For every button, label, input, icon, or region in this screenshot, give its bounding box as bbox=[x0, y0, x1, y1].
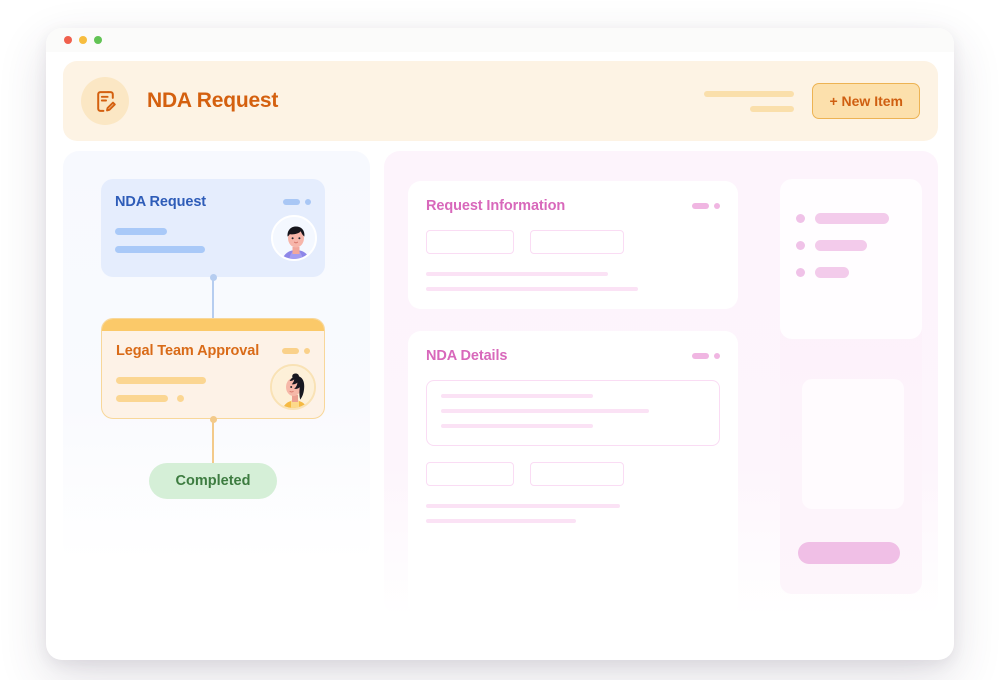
document-edit-icon bbox=[81, 77, 129, 125]
skeleton-line bbox=[116, 377, 206, 384]
form-card-title: Request Information bbox=[426, 198, 566, 214]
input-row bbox=[408, 214, 738, 254]
placeholder-lines bbox=[408, 486, 738, 523]
sidebar-item-label bbox=[815, 213, 889, 224]
card-body bbox=[101, 210, 325, 261]
bullet-icon bbox=[796, 268, 805, 277]
card-header: NDA Request bbox=[101, 179, 325, 210]
placeholder-line bbox=[426, 287, 638, 291]
indicator-pill bbox=[692, 353, 709, 359]
request-field-2[interactable] bbox=[530, 230, 624, 254]
placeholder-lines bbox=[408, 254, 738, 291]
card-title: NDA Request bbox=[115, 194, 207, 210]
indicator-pill bbox=[692, 203, 709, 209]
card-skeleton-lines bbox=[116, 373, 206, 402]
header-skeleton-bar bbox=[704, 90, 795, 97]
minimize-window-button[interactable] bbox=[79, 36, 87, 44]
skeleton-dot bbox=[177, 395, 184, 402]
workflow-panel: NDA Request Legal Team Approval Complete… bbox=[63, 151, 370, 561]
form-card-header: NDA Details bbox=[408, 331, 738, 364]
status-badge[interactable]: Completed bbox=[149, 463, 277, 499]
page-header: NDA Request + New Item bbox=[63, 61, 938, 141]
workflow-connector bbox=[212, 419, 214, 463]
bullet-icon bbox=[796, 241, 805, 250]
form-card-request-information: Request Information bbox=[408, 181, 738, 309]
card-body bbox=[102, 359, 324, 410]
placeholder-line bbox=[426, 504, 620, 508]
header-skeleton bbox=[704, 90, 795, 112]
page-title: NDA Request bbox=[147, 89, 279, 112]
sidebar-item-label bbox=[815, 267, 849, 278]
placeholder-line bbox=[426, 519, 576, 523]
workflow-connector bbox=[212, 277, 214, 318]
avatar[interactable] bbox=[271, 215, 317, 261]
new-item-button[interactable]: + New Item bbox=[812, 83, 920, 119]
browser-window: NDA Request + New Item NDA Request Legal… bbox=[46, 28, 954, 660]
sidebar-list-item-3[interactable] bbox=[796, 267, 906, 278]
card-title: Legal Team Approval bbox=[116, 343, 260, 359]
header-skeleton-bar bbox=[750, 105, 795, 112]
skeleton-line bbox=[115, 228, 167, 235]
card-indicators bbox=[283, 199, 311, 205]
form-card-indicators bbox=[692, 353, 720, 359]
nda-field-1[interactable] bbox=[426, 462, 514, 486]
workflow-card-nda-request[interactable]: NDA Request bbox=[101, 179, 325, 277]
details-sidebar bbox=[780, 179, 922, 594]
card-topbar bbox=[102, 319, 324, 331]
sidebar-list-item-2[interactable] bbox=[796, 240, 906, 251]
avatar[interactable] bbox=[270, 364, 316, 410]
card-skeleton-lines bbox=[115, 224, 205, 253]
card-indicators bbox=[282, 348, 310, 354]
placeholder-line bbox=[441, 424, 593, 428]
indicator-dot bbox=[714, 203, 720, 209]
indicator-dot bbox=[305, 199, 311, 205]
form-panel: Request Information NDA Details bbox=[384, 151, 938, 616]
placeholder-line bbox=[441, 394, 593, 398]
window-titlebar bbox=[46, 28, 954, 52]
form-card-indicators bbox=[692, 203, 720, 209]
skeleton-line bbox=[115, 246, 205, 253]
indicator-dot bbox=[714, 353, 720, 359]
form-card-header: Request Information bbox=[408, 181, 738, 214]
indicator-pill bbox=[282, 348, 299, 354]
workflow-card-legal-team-approval[interactable]: Legal Team Approval bbox=[101, 318, 325, 419]
input-row bbox=[408, 446, 738, 486]
sidebar-item-label bbox=[815, 240, 867, 251]
bullet-icon bbox=[796, 214, 805, 223]
workflow-connector-dot bbox=[209, 416, 217, 423]
form-card-nda-details: NDA Details bbox=[408, 331, 738, 616]
sidebar-list-item-1[interactable] bbox=[796, 213, 906, 224]
sidebar-list bbox=[780, 179, 922, 339]
skeleton-line bbox=[116, 395, 168, 402]
skeleton-line-row bbox=[116, 395, 206, 402]
placeholder-line bbox=[426, 272, 608, 276]
header-actions: + New Item bbox=[704, 83, 920, 119]
sidebar-preview-block bbox=[802, 379, 904, 509]
indicator-pill bbox=[283, 199, 300, 205]
nda-details-textarea[interactable] bbox=[426, 380, 720, 446]
placeholder-line bbox=[441, 409, 649, 413]
workflow-connector-dot bbox=[209, 274, 217, 281]
indicator-dot bbox=[304, 348, 310, 354]
sidebar-action-button[interactable] bbox=[798, 542, 900, 564]
maximize-window-button[interactable] bbox=[94, 36, 102, 44]
request-field-1[interactable] bbox=[426, 230, 514, 254]
form-card-title: NDA Details bbox=[426, 348, 508, 364]
close-window-button[interactable] bbox=[64, 36, 72, 44]
nda-field-2[interactable] bbox=[530, 462, 624, 486]
